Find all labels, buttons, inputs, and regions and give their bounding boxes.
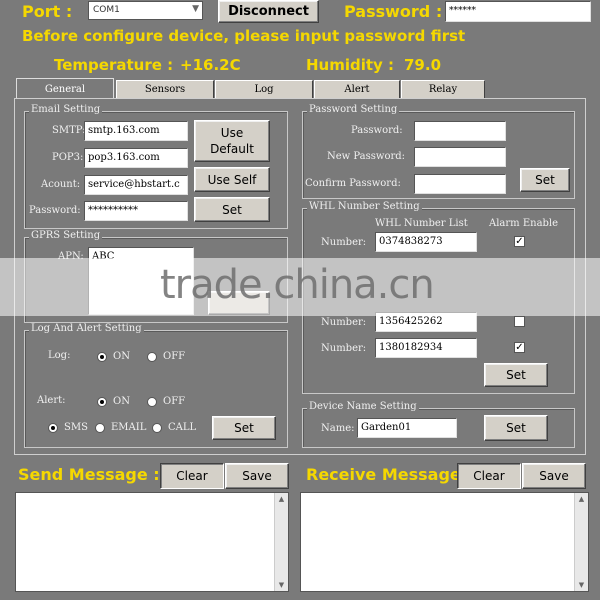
temperature-value: +16.2C: [180, 56, 241, 74]
send-message-title: Send Message :: [18, 465, 160, 484]
whl-setting-title: WHL Number Setting: [307, 201, 422, 212]
alarm-enable-checkbox[interactable]: ✓: [514, 236, 525, 247]
email-password-label: Password:: [29, 205, 81, 216]
use-default-button[interactable]: Use Default: [194, 120, 270, 162]
scroll-down-icon[interactable]: ▼: [575, 579, 588, 591]
sms-radio[interactable]: [48, 423, 58, 433]
whl-number-label: Number:: [321, 237, 367, 248]
whl-number-label: Number:: [321, 317, 367, 328]
alarm-enable-header: Alarm Enable: [489, 218, 559, 229]
sms-label: SMS: [64, 422, 88, 433]
alarm-enable-checkbox[interactable]: [514, 316, 525, 327]
call-label: CALL: [168, 422, 197, 433]
send-clear-button[interactable]: Clear: [160, 463, 224, 489]
receive-clear-button[interactable]: Clear: [457, 463, 521, 489]
receive-scrollbar[interactable]: ▲ ▼: [574, 493, 588, 591]
email-radio[interactable]: [95, 423, 105, 433]
log-on-radio[interactable]: [97, 352, 107, 362]
account-input[interactable]: service@hbstart.c: [84, 175, 188, 195]
alert-off-radio[interactable]: [147, 397, 157, 407]
humidity-value: 79.0: [404, 56, 442, 74]
tab-relay[interactable]: Relay: [401, 80, 485, 98]
log-alert-setting-title: Log And Alert Setting: [29, 323, 144, 334]
scroll-up-icon[interactable]: ▲: [575, 493, 588, 505]
alert-on-radio[interactable]: [97, 397, 107, 407]
device-name-set-button[interactable]: Set: [484, 415, 548, 441]
header-password-input[interactable]: ******: [445, 1, 591, 22]
device-name-label: Name:: [321, 423, 355, 434]
tab-log[interactable]: Log: [215, 80, 313, 98]
whl-number-input[interactable]: 0374838273: [375, 232, 477, 252]
alert-on-label: ON: [113, 396, 130, 407]
whl-number-label: Number:: [321, 343, 367, 354]
alert-label: Alert:: [37, 395, 66, 406]
password-setting-title: Password Setting: [307, 104, 400, 115]
port-value: COM1: [93, 5, 120, 15]
log-label: Log:: [48, 350, 71, 361]
receive-message-textarea[interactable]: ▲ ▼: [300, 492, 589, 592]
temperature-label: Temperature :: [54, 56, 174, 74]
send-save-button[interactable]: Save: [225, 463, 289, 489]
ps-password-input[interactable]: [414, 121, 506, 141]
tab-alert[interactable]: Alert: [314, 80, 400, 98]
device-name-title: Device Name Setting: [307, 401, 419, 412]
log-alert-set-button[interactable]: Set: [212, 416, 276, 440]
disconnect-button[interactable]: Disconnect: [218, 0, 319, 23]
port-label: Port :: [22, 2, 73, 21]
chevron-down-icon: ▼: [192, 4, 199, 14]
device-name-input[interactable]: Garden01: [357, 418, 457, 438]
account-label: Acount:: [41, 179, 81, 190]
use-self-button[interactable]: Use Self: [194, 167, 270, 192]
ps-password-label: Password:: [351, 125, 403, 136]
alert-off-label: OFF: [163, 396, 186, 407]
gprs-setting-title: GPRS Setting: [29, 230, 103, 241]
ps-confirm-input[interactable]: [414, 174, 506, 194]
pop3-input[interactable]: pop3.163.com: [84, 148, 188, 168]
ps-new-password-label: New Password:: [327, 151, 406, 162]
scroll-down-icon[interactable]: ▼: [275, 579, 288, 591]
email-set-button[interactable]: Set: [194, 197, 270, 222]
whl-number-input[interactable]: 1380182934: [375, 338, 477, 358]
port-select[interactable]: COM1 ▼: [88, 1, 203, 20]
send-message-textarea[interactable]: ▲ ▼: [15, 492, 289, 592]
email-alert-label: EMAIL: [111, 422, 147, 433]
email-setting-title: Email Setting: [29, 104, 103, 115]
humidity-label: Humidity :: [306, 56, 395, 74]
email-password-input[interactable]: **********: [84, 201, 188, 221]
log-on-label: ON: [113, 351, 130, 362]
watermark: trade.china.cn: [160, 262, 435, 308]
pop3-label: POP3:: [52, 152, 84, 163]
ps-set-button[interactable]: Set: [520, 168, 570, 192]
whl-set-button[interactable]: Set: [484, 363, 548, 387]
tab-sensors[interactable]: Sensors: [116, 80, 214, 98]
smtp-label: SMTP:: [52, 125, 86, 136]
receive-message-title: Receive Message :: [306, 465, 473, 484]
ps-confirm-label: Confirm Password:: [305, 178, 401, 189]
call-radio[interactable]: [152, 423, 162, 433]
alarm-enable-checkbox[interactable]: ✓: [514, 342, 525, 353]
whl-list-header: WHL Number List: [375, 218, 468, 229]
log-off-radio[interactable]: [147, 352, 157, 362]
smtp-input[interactable]: smtp.163.com: [84, 121, 188, 141]
receive-save-button[interactable]: Save: [522, 463, 586, 489]
ps-new-password-input[interactable]: [414, 147, 506, 167]
send-scrollbar[interactable]: ▲ ▼: [274, 493, 288, 591]
log-off-label: OFF: [163, 351, 186, 362]
password-label: Password :: [344, 2, 443, 21]
password-notice: Before configure device, please input pa…: [22, 27, 466, 45]
scroll-up-icon[interactable]: ▲: [275, 493, 288, 505]
tab-general[interactable]: General: [16, 78, 114, 99]
